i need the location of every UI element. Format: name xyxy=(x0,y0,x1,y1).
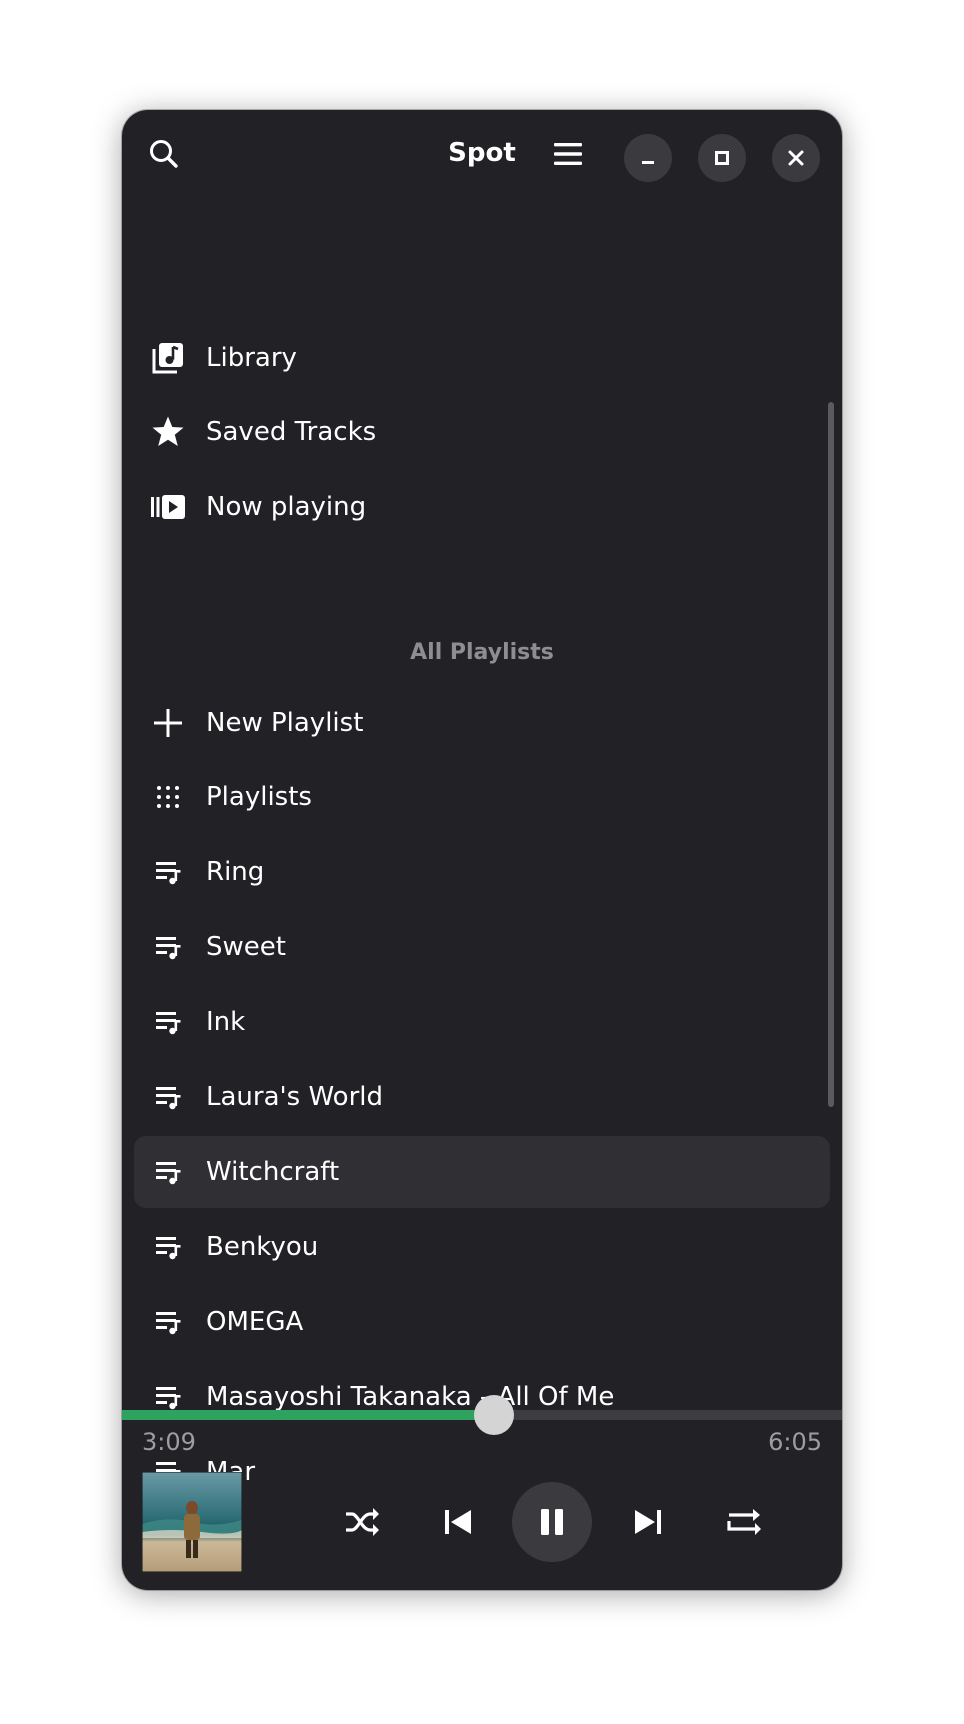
sidebar-item-playlist[interactable]: Benkyou xyxy=(134,1211,830,1283)
search-icon xyxy=(150,140,178,168)
playlist-icon xyxy=(148,1077,188,1117)
maximize-icon xyxy=(715,151,729,165)
minimize-icon xyxy=(642,161,654,164)
sidebar-item-label: Ring xyxy=(206,857,265,887)
now-playing-icon xyxy=(148,487,188,527)
sidebar-item-saved-tracks[interactable]: Saved Tracks xyxy=(134,396,830,468)
sidebar-item-label: Witchcraft xyxy=(206,1157,340,1187)
shuffle-button[interactable] xyxy=(338,1498,386,1546)
sidebar-scrollbar[interactable] xyxy=(828,402,834,1107)
star-icon xyxy=(148,412,188,452)
sidebar-item-label: OMEGA xyxy=(206,1307,304,1337)
close-icon xyxy=(788,150,804,166)
playlist-icon xyxy=(148,852,188,892)
playlist-icon xyxy=(148,927,188,967)
app-title: Spot xyxy=(448,138,516,168)
sidebar-item-label: Playlists xyxy=(206,782,312,812)
playlist-icon xyxy=(148,1302,188,1342)
next-icon xyxy=(635,1510,661,1534)
pause-icon xyxy=(541,1509,563,1535)
seek-bar-fill xyxy=(122,1410,495,1420)
sidebar-item-label: Sweet xyxy=(206,932,286,962)
playlist-icon xyxy=(148,1002,188,1042)
next-button[interactable] xyxy=(624,1498,672,1546)
sidebar-item-playlist[interactable]: OMEGA xyxy=(134,1286,830,1358)
repeat-button[interactable] xyxy=(720,1498,768,1546)
sidebar-item-playlist[interactable]: Laura's World xyxy=(134,1061,830,1133)
sidebar-item-label: Benkyou xyxy=(206,1232,319,1262)
total-duration: 6:05 xyxy=(768,1428,822,1456)
header-bar: Spot xyxy=(122,110,842,200)
sidebar-item-label: Library xyxy=(206,343,297,373)
playlist-icon xyxy=(148,1227,188,1267)
main-menu-button[interactable] xyxy=(548,134,588,174)
play-pause-button[interactable] xyxy=(512,1482,592,1562)
seek-bar-handle[interactable] xyxy=(474,1395,515,1435)
previous-icon xyxy=(445,1510,471,1534)
sidebar-item-library[interactable]: Library xyxy=(134,322,830,394)
sidebar: Library Saved Tracks Now playing All Pla… xyxy=(122,290,842,1515)
sidebar-item-playlists[interactable]: Playlists xyxy=(134,761,830,833)
album-cover[interactable] xyxy=(142,1472,242,1572)
maximize-button[interactable] xyxy=(698,134,746,182)
hamburger-menu-icon xyxy=(554,143,582,165)
library-icon xyxy=(148,338,188,378)
minimize-button[interactable] xyxy=(624,134,672,182)
close-button[interactable] xyxy=(772,134,820,182)
sidebar-item-new-playlist[interactable]: New Playlist xyxy=(134,687,830,759)
search-button[interactable] xyxy=(144,134,184,174)
sidebar-item-playlist[interactable]: Witchcraft xyxy=(134,1136,830,1208)
sidebar-item-now-playing[interactable]: Now playing xyxy=(134,471,830,543)
repeat-icon xyxy=(727,1509,761,1535)
section-header-all-playlists: All Playlists xyxy=(410,640,554,665)
sidebar-item-label: Saved Tracks xyxy=(206,417,377,447)
sidebar-item-label: New Playlist xyxy=(206,708,364,738)
previous-button[interactable] xyxy=(434,1498,482,1546)
sidebar-item-label: Ink xyxy=(206,1007,246,1037)
elapsed-time: 3:09 xyxy=(142,1428,196,1456)
sidebar-item-playlist[interactable]: Ring xyxy=(134,836,830,908)
playlist-icon xyxy=(148,1152,188,1192)
sidebar-item-label: Now playing xyxy=(206,492,367,522)
sidebar-item-label: Masayoshi Takanaka - All Of Me xyxy=(206,1382,615,1412)
plus-icon xyxy=(148,703,188,743)
sidebar-item-playlist[interactable]: Ink xyxy=(134,986,830,1058)
shuffle-icon xyxy=(346,1508,379,1536)
app-window: Spot Library Saved Tracks Now playing Al… xyxy=(122,110,842,1590)
seek-bar[interactable] xyxy=(122,1395,842,1435)
sidebar-item-playlist[interactable]: Sweet xyxy=(134,911,830,983)
grid-dots-icon xyxy=(148,777,188,817)
sidebar-item-label: Laura's World xyxy=(206,1082,383,1112)
